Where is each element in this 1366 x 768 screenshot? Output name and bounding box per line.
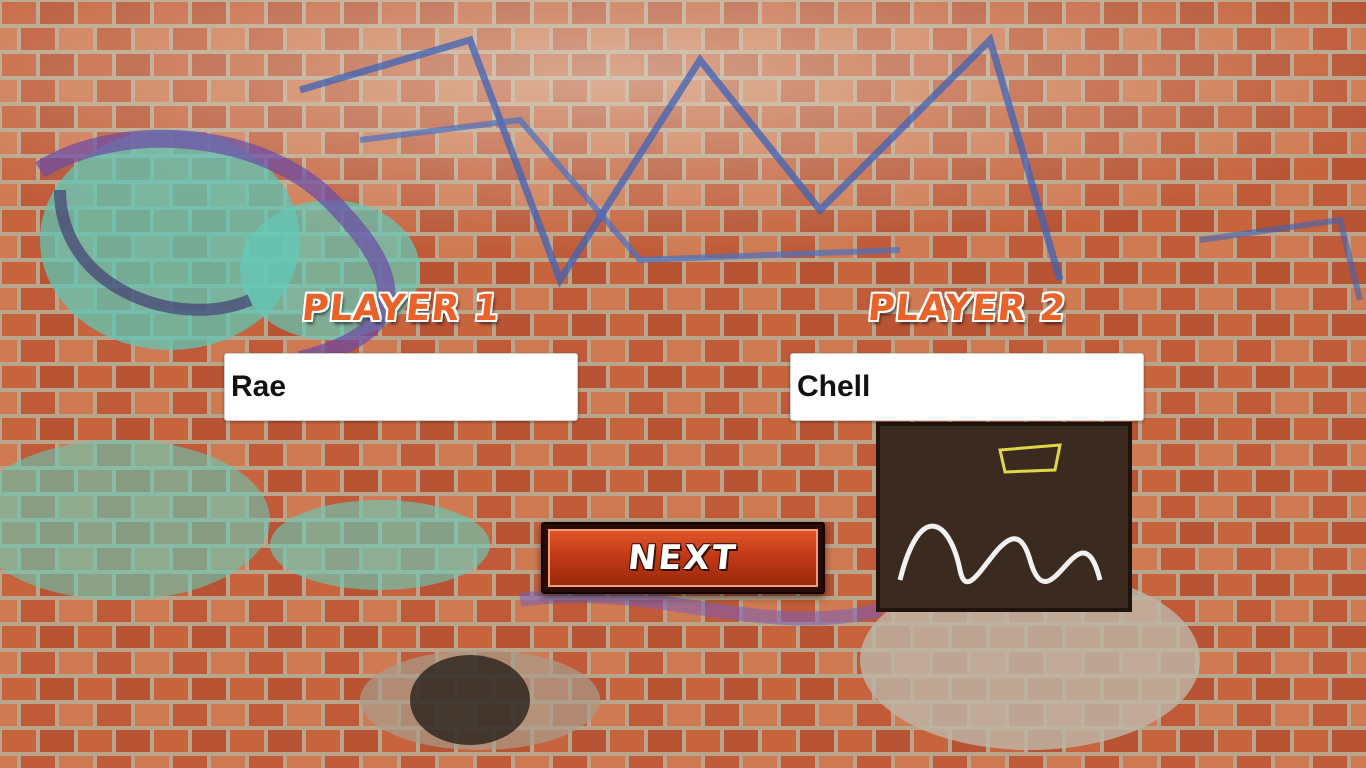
player-1-label: PLAYER 1 bbox=[299, 288, 502, 329]
player-1-name-input[interactable] bbox=[224, 353, 578, 421]
brick-wall-background bbox=[0, 0, 1366, 768]
next-button-face[interactable]: NEXT bbox=[548, 529, 818, 587]
player-2-name-input[interactable] bbox=[790, 353, 1144, 421]
player-2-label: PLAYER 2 bbox=[865, 288, 1068, 329]
next-button[interactable]: NEXT bbox=[541, 522, 825, 594]
next-button-label: NEXT bbox=[626, 538, 740, 578]
